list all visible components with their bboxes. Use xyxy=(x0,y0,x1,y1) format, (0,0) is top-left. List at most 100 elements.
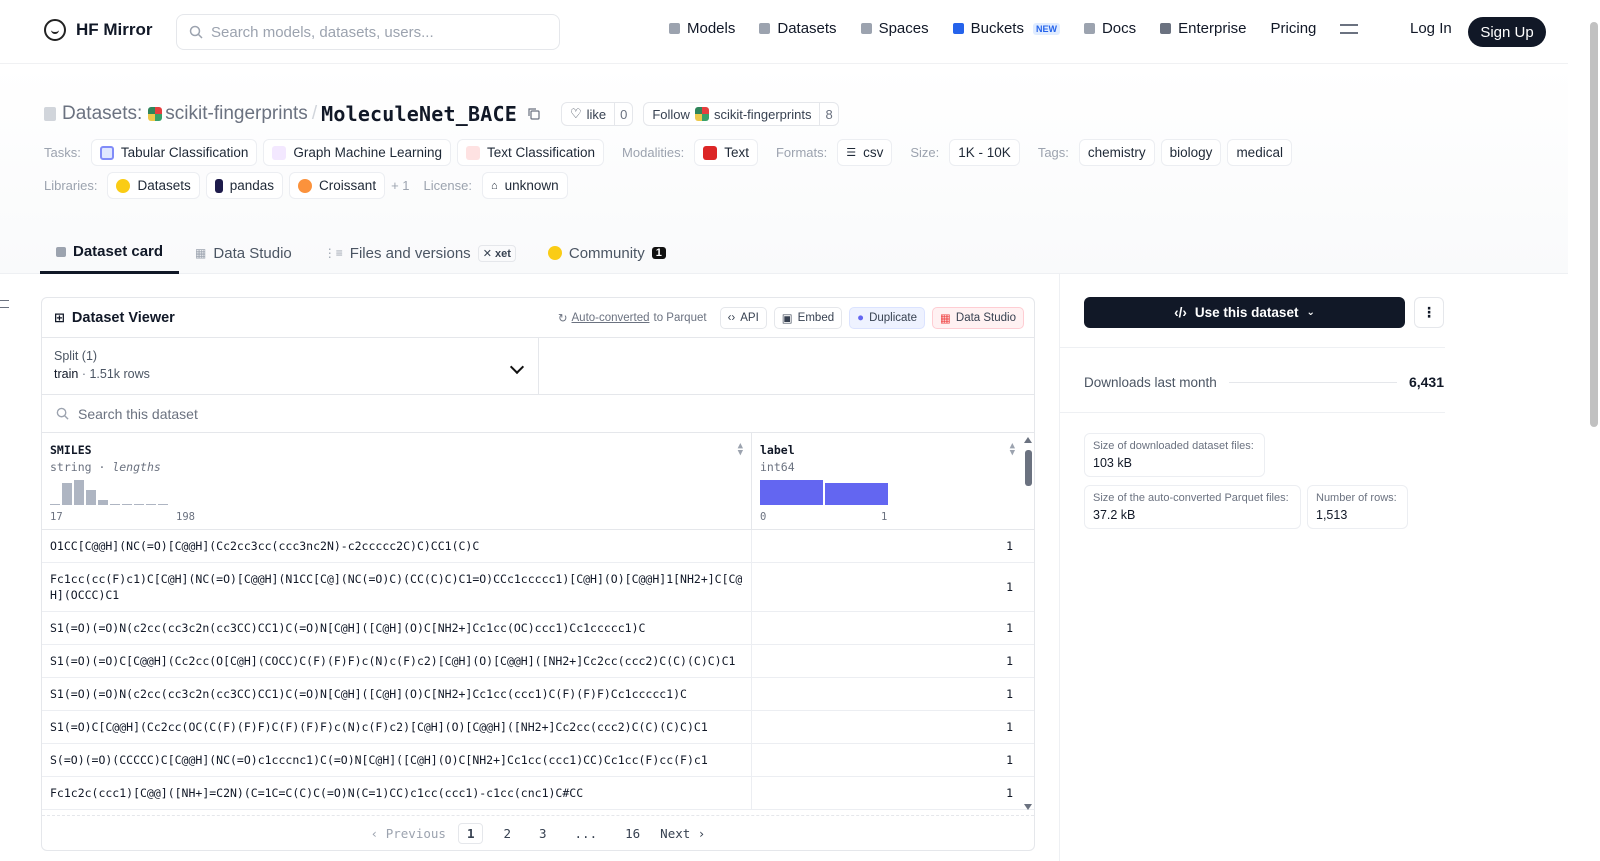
global-search-input[interactable]: Search models, datasets, users... xyxy=(176,14,560,50)
table-scrollbar[interactable] xyxy=(1022,434,1034,813)
tab-data-studio[interactable]: ▦ Data Studio xyxy=(179,232,308,274)
scroll-down-icon[interactable] xyxy=(1024,804,1032,810)
modality-tag[interactable]: Text xyxy=(694,139,758,166)
nav-datasets[interactable]: Datasets xyxy=(759,20,837,37)
like-button[interactable]: ♡ like 0 xyxy=(560,102,634,126)
page-scrollbar[interactable] xyxy=(1588,0,1600,861)
data-studio-button[interactable]: ▦ Data Studio xyxy=(932,307,1024,329)
table-row[interactable]: Fc1c2c(ccc1)[C@@]([NH+]=C2N)(C=1C=C(C)C(… xyxy=(42,777,1034,810)
downloads-stat: Downloads last month 6,431 xyxy=(1084,374,1444,390)
embed-button[interactable]: ▣ Embed xyxy=(773,307,843,329)
table-row[interactable]: S1(=O)(=O)N(c2cc(cc3c2n(cc3CC)CC1)C(=O)N… xyxy=(42,678,1034,711)
table-row[interactable]: S(=O)(=O)(CCCCC)C[C@@H](NC(=O)c1cccnc1)C… xyxy=(42,744,1034,777)
library-tag[interactable]: Datasets xyxy=(107,172,200,199)
page-1-button[interactable]: 1 xyxy=(457,822,484,844)
license-tag[interactable]: ⌂ unknown xyxy=(481,172,568,199)
dataset-search-input[interactable]: Search this dataset xyxy=(42,395,1034,433)
tab-label: Files and versions xyxy=(349,244,471,262)
sort-icon[interactable]: ▲ ▼ xyxy=(1010,442,1015,458)
format-tag[interactable]: ☰ csv xyxy=(837,139,893,166)
table-body: O1CC[C@@H](NC(=O)[C@@H](Cc2cc3cc(ccc3nc2… xyxy=(42,530,1034,850)
library-tag[interactable]: pandas xyxy=(205,172,284,199)
dataset-card-icon xyxy=(56,246,66,257)
brand-logo[interactable]: HF Mirror xyxy=(44,19,153,41)
task-tag[interactable]: Tabular Classification xyxy=(90,139,258,166)
tab-files-and-versions[interactable]: ⋮≡ Files and versions ✕ xet xyxy=(308,232,532,274)
more-options-button[interactable]: ⋮ xyxy=(1414,297,1444,328)
buckets-icon xyxy=(952,23,964,34)
library-label: Datasets xyxy=(137,178,191,193)
copy-icon[interactable] xyxy=(527,107,541,121)
stat-key: Number of rows: xyxy=(1316,492,1397,504)
signup-button[interactable]: Sign Up xyxy=(1468,17,1546,47)
graph-icon xyxy=(272,145,287,160)
table-row[interactable]: S1(=O)(=O)C[C@@H](Cc2cc(O[C@H](COCC)C(F)… xyxy=(42,645,1034,678)
nav-pricing[interactable]: Pricing xyxy=(1271,20,1317,37)
split-selector[interactable]: Split (1) train · 1.51k rows xyxy=(42,338,539,394)
page-2-button[interactable]: 2 xyxy=(495,824,519,843)
tag-biology[interactable]: biology xyxy=(1160,139,1222,166)
nav-buckets[interactable]: Buckets NEW xyxy=(952,20,1060,37)
api-button[interactable]: ‹› API xyxy=(719,307,767,329)
page-3-button[interactable]: 3 xyxy=(531,824,555,843)
more-menu-icon[interactable] xyxy=(1340,23,1359,34)
page-16-button[interactable]: 16 xyxy=(617,824,648,843)
size-tag[interactable]: 1K - 10K xyxy=(949,139,1020,166)
task-tag[interactable]: Graph Machine Learning xyxy=(263,139,451,166)
histogram-bar[interactable] xyxy=(110,504,120,505)
page-scroll-thumb[interactable] xyxy=(1590,22,1598,427)
text-classification-icon xyxy=(466,145,480,160)
tag-medical[interactable]: medical xyxy=(1227,139,1292,166)
pandas-icon xyxy=(214,178,223,193)
tab-dataset-card[interactable]: Dataset card xyxy=(40,232,180,274)
login-link[interactable]: Log In xyxy=(1410,20,1452,37)
histogram-bar[interactable] xyxy=(50,504,60,505)
text-modality-icon xyxy=(703,145,718,160)
sort-icon[interactable]: ▲ ▼ xyxy=(738,442,743,458)
tasks-key: Tasks: xyxy=(44,145,81,160)
library-tag[interactable]: Croissant xyxy=(289,172,386,199)
column-header-label[interactable]: label int64 ▲ ▼ 0 1 xyxy=(752,433,1023,529)
enterprise-icon xyxy=(1160,23,1172,34)
table-row[interactable]: S1(=O)C[C@@H](Cc2cc(OC(C(F)(F)F)C(F)(F)F… xyxy=(42,711,1034,744)
column-type: string xyxy=(50,460,92,474)
table-row[interactable]: Fc1cc(cc(F)c1)C[C@H](NC(=O)[C@@H](N1CC[C… xyxy=(42,563,1034,612)
nav-enterprise[interactable]: Enterprise xyxy=(1160,20,1247,37)
follow-button[interactable]: Follow scikit-fingerprints 8 xyxy=(643,102,839,126)
task-tag[interactable]: Text Classification xyxy=(457,139,605,166)
histogram-bar[interactable] xyxy=(158,504,168,505)
histogram-bar[interactable] xyxy=(62,483,72,505)
auto-converted-link[interactable]: Auto-converted xyxy=(572,312,650,324)
nav-spaces[interactable]: Spaces xyxy=(860,20,929,37)
histogram-bar[interactable] xyxy=(760,480,823,505)
previous-page-button[interactable]: ‹ Previous xyxy=(371,826,446,841)
datasets-prefix[interactable]: Datasets: xyxy=(62,103,142,125)
docs-icon xyxy=(1083,23,1095,34)
histogram-bar[interactable] xyxy=(134,504,144,505)
side-menu-icon[interactable] xyxy=(0,300,9,308)
tab-label: Data Studio xyxy=(213,244,292,262)
org-link[interactable]: scikit-fingerprints xyxy=(165,103,308,125)
nav-models[interactable]: Models xyxy=(669,20,735,37)
use-this-dataset-button[interactable]: ‹/› Use this dataset ⌄ xyxy=(1084,297,1405,328)
histogram-bar[interactable] xyxy=(825,483,888,505)
next-page-button[interactable]: Next › xyxy=(660,826,705,841)
histogram-bar[interactable] xyxy=(146,504,156,505)
nav-docs[interactable]: Docs xyxy=(1083,20,1136,37)
kebab-icon: ⋮ xyxy=(1422,304,1436,320)
histogram-bar[interactable] xyxy=(86,490,96,505)
histogram-bar[interactable] xyxy=(98,500,108,505)
duplicate-button[interactable]: ● Duplicate xyxy=(849,307,926,329)
tag-chemistry[interactable]: chemistry xyxy=(1078,139,1155,166)
histogram-bar[interactable] xyxy=(74,480,84,505)
column-header-smiles[interactable]: SMILES string · lengths ▲ ▼ 17 198 xyxy=(42,433,752,529)
code-icon: ‹› xyxy=(727,312,736,324)
libraries-more[interactable]: + 1 xyxy=(391,178,409,193)
scroll-up-icon[interactable] xyxy=(1024,437,1032,443)
scroll-thumb[interactable] xyxy=(1025,450,1032,486)
tab-community[interactable]: Community 1 xyxy=(532,232,682,274)
histogram-bar[interactable] xyxy=(122,504,132,505)
table-row[interactable]: O1CC[C@@H](NC(=O)[C@@H](Cc2cc3cc(ccc3nc2… xyxy=(42,530,1034,563)
hist-max: 198 xyxy=(176,511,195,523)
table-row[interactable]: S1(=O)(=O)N(c2cc(cc3c2n(cc3CC)CC1)C(=O)N… xyxy=(42,612,1034,645)
